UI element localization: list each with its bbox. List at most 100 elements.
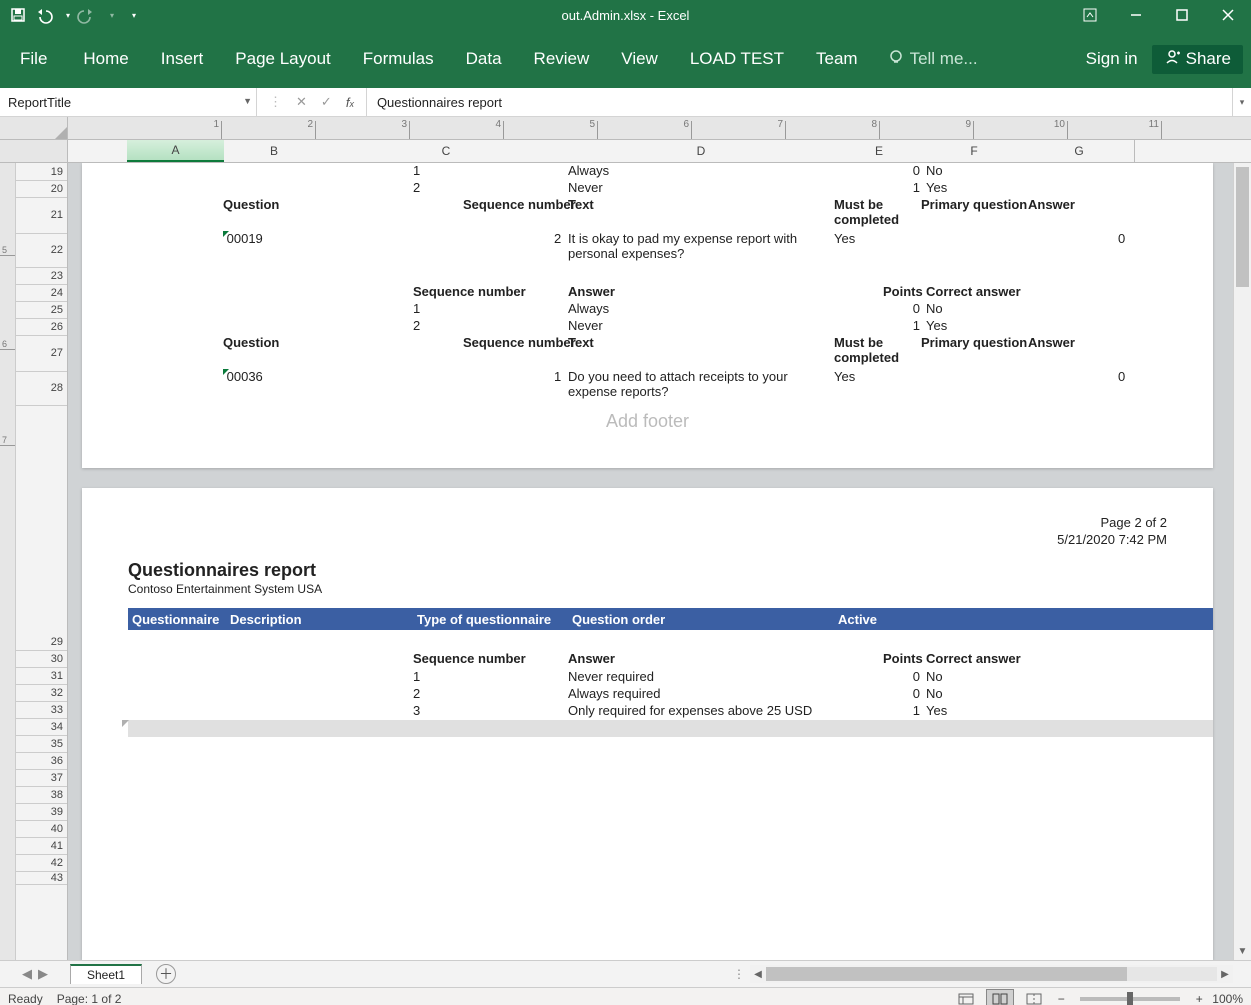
cell-q1-ans[interactable]: 0	[1118, 231, 1125, 246]
view-normal-icon[interactable]	[952, 989, 980, 1005]
tab-scroll-split-handle[interactable]: ⋮	[734, 967, 744, 981]
hdr-seqnum-1[interactable]: Sequence number	[463, 197, 576, 212]
cell-f20-correct[interactable]: Yes	[926, 180, 947, 195]
tab-formulas[interactable]: Formulas	[347, 30, 450, 88]
formula-input[interactable]: Questionnaires report	[367, 88, 1232, 116]
view-page-break-icon[interactable]	[1020, 989, 1048, 1005]
close-icon[interactable]	[1205, 0, 1251, 30]
cell-q1-must[interactable]: Yes	[834, 231, 855, 246]
row-header-23[interactable]: 23	[16, 267, 67, 285]
column-header-b[interactable]: B	[224, 140, 325, 162]
insert-function-icon[interactable]: fx	[346, 95, 354, 110]
row-header-22[interactable]: 22	[16, 233, 67, 268]
cell-f19-correct[interactable]: No	[926, 163, 943, 178]
hdr-question-1[interactable]: Question	[223, 197, 279, 212]
zoom-in-button[interactable]: +	[1192, 992, 1206, 1005]
p2-hdr-seqnum[interactable]: Sequence number	[413, 651, 526, 666]
p2-hdr-answer[interactable]: Answer	[568, 651, 615, 666]
sheet-tab-sheet1[interactable]: Sheet1	[70, 964, 142, 984]
report-subtitle[interactable]: Contoso Entertainment System USA	[128, 582, 322, 596]
th-type[interactable]: Type of questionnaire	[413, 608, 555, 630]
cell-f33-cor[interactable]: Yes	[926, 703, 947, 718]
hscroll-right-icon[interactable]: ▶	[1217, 969, 1233, 980]
th-questionnaire[interactable]: Questionnaire	[128, 608, 223, 630]
add-footer-placeholder[interactable]: Add footer	[128, 411, 1167, 432]
zoom-slider-knob[interactable]	[1127, 992, 1133, 1005]
hdr-mustbe-1[interactable]: Must be completed	[834, 197, 914, 227]
p2-hdr-points[interactable]: Points	[883, 651, 923, 666]
cell-f25-pts[interactable]: 0	[908, 301, 920, 316]
sheet-nav-next-icon[interactable]: ▶	[38, 966, 48, 982]
zoom-out-button[interactable]: −	[1054, 992, 1068, 1005]
th-active[interactable]: Active	[834, 608, 881, 630]
row-header-19[interactable]: 19	[16, 163, 67, 181]
cell-d31[interactable]: Never required	[568, 669, 654, 684]
cell-c31[interactable]: 1	[413, 669, 420, 684]
tab-view[interactable]: View	[605, 30, 674, 88]
column-header-a[interactable]: A	[127, 140, 225, 162]
column-header-e[interactable]: E	[834, 140, 925, 162]
hscroll-track[interactable]	[766, 967, 1217, 981]
report-title[interactable]: Questionnaires report	[128, 560, 316, 581]
hdr-seqnum-3[interactable]: Sequence number	[463, 335, 576, 350]
row-header-24[interactable]: 24	[16, 284, 67, 302]
row-header-39[interactable]: 39	[16, 803, 67, 821]
row-header-41[interactable]: 41	[16, 837, 67, 855]
row-header-38[interactable]: 38	[16, 786, 67, 804]
tab-load-test[interactable]: LOAD TEST	[674, 30, 800, 88]
row-header-33[interactable]: 33	[16, 701, 67, 719]
cell-f26-pts[interactable]: 1	[908, 318, 920, 333]
cell-d33[interactable]: Only required for expenses above 25 USD	[568, 703, 812, 718]
cell-f32-pts[interactable]: 0	[908, 686, 920, 701]
hdr-points-2[interactable]: Points	[883, 284, 923, 299]
horizontal-scrollbar[interactable]: ◀ ▶	[750, 965, 1233, 983]
cell-d26[interactable]: Never	[568, 318, 603, 333]
select-all-icon[interactable]	[55, 127, 67, 139]
view-page-layout-icon[interactable]	[986, 989, 1014, 1005]
hscroll-thumb[interactable]	[766, 967, 1127, 981]
row-header-29[interactable]: 29	[16, 633, 67, 651]
cell-d25[interactable]: Always	[568, 301, 609, 316]
cell-d19[interactable]: Always	[568, 163, 609, 178]
row-header-37[interactable]: 37	[16, 769, 67, 787]
cell-d20[interactable]: Never	[568, 180, 603, 195]
cell-q1-id[interactable]: 00019	[223, 231, 263, 246]
cell-q2-seq[interactable]: 1	[554, 369, 561, 384]
tell-me-search[interactable]: Tell me...	[874, 30, 992, 88]
cell-f25-cor[interactable]: No	[926, 301, 943, 316]
ribbon-display-icon[interactable]	[1067, 0, 1113, 30]
tab-review[interactable]: Review	[518, 30, 606, 88]
row-header-26[interactable]: 26	[16, 318, 67, 336]
vertical-ruler[interactable]: 5 6 7	[0, 163, 16, 960]
cell-q2-ans[interactable]: 0	[1118, 369, 1125, 384]
minimize-icon[interactable]	[1113, 0, 1159, 30]
row-header-43[interactable]: 43	[16, 871, 67, 885]
expand-formula-icon[interactable]: ⋮	[269, 94, 282, 110]
th-order[interactable]: Question order	[568, 608, 669, 630]
sheet-nav-prev-icon[interactable]: ◀	[22, 966, 32, 982]
cell-c20[interactable]: 2	[413, 180, 420, 195]
zoom-slider[interactable]	[1080, 997, 1180, 1001]
row-header-21[interactable]: 21	[16, 197, 67, 234]
file-tab[interactable]: File	[0, 30, 67, 88]
sign-in-button[interactable]: Sign in	[1072, 49, 1152, 69]
row-header-31[interactable]: 31	[16, 667, 67, 685]
row-header-36[interactable]: 36	[16, 752, 67, 770]
cell-f32-cor[interactable]: No	[926, 686, 943, 701]
hdr-answer-2[interactable]: Answer	[568, 284, 615, 299]
column-header-c[interactable]: C	[324, 140, 569, 162]
horizontal-ruler[interactable]: 1 2 3 4 5 6 7 8 9 10 11	[68, 117, 1251, 139]
hdr-question-2[interactable]: Question	[223, 335, 279, 350]
cell-d32[interactable]: Always required	[568, 686, 661, 701]
name-box-dropdown-icon[interactable]: ▼	[243, 96, 252, 106]
hdr-answer-1[interactable]: Answer	[1028, 197, 1075, 212]
undo-icon[interactable]	[36, 8, 56, 22]
tab-home[interactable]: Home	[67, 30, 144, 88]
hdr-mustbe-2[interactable]: Must be completed	[834, 335, 914, 365]
zoom-level[interactable]: 100%	[1212, 992, 1243, 1005]
cell-c19[interactable]: 1	[413, 163, 420, 178]
cell-f26-cor[interactable]: Yes	[926, 318, 947, 333]
name-box[interactable]: ReportTitle ▼	[0, 88, 257, 116]
row-header-25[interactable]: 25	[16, 301, 67, 319]
vscroll-thumb[interactable]	[1236, 167, 1249, 287]
